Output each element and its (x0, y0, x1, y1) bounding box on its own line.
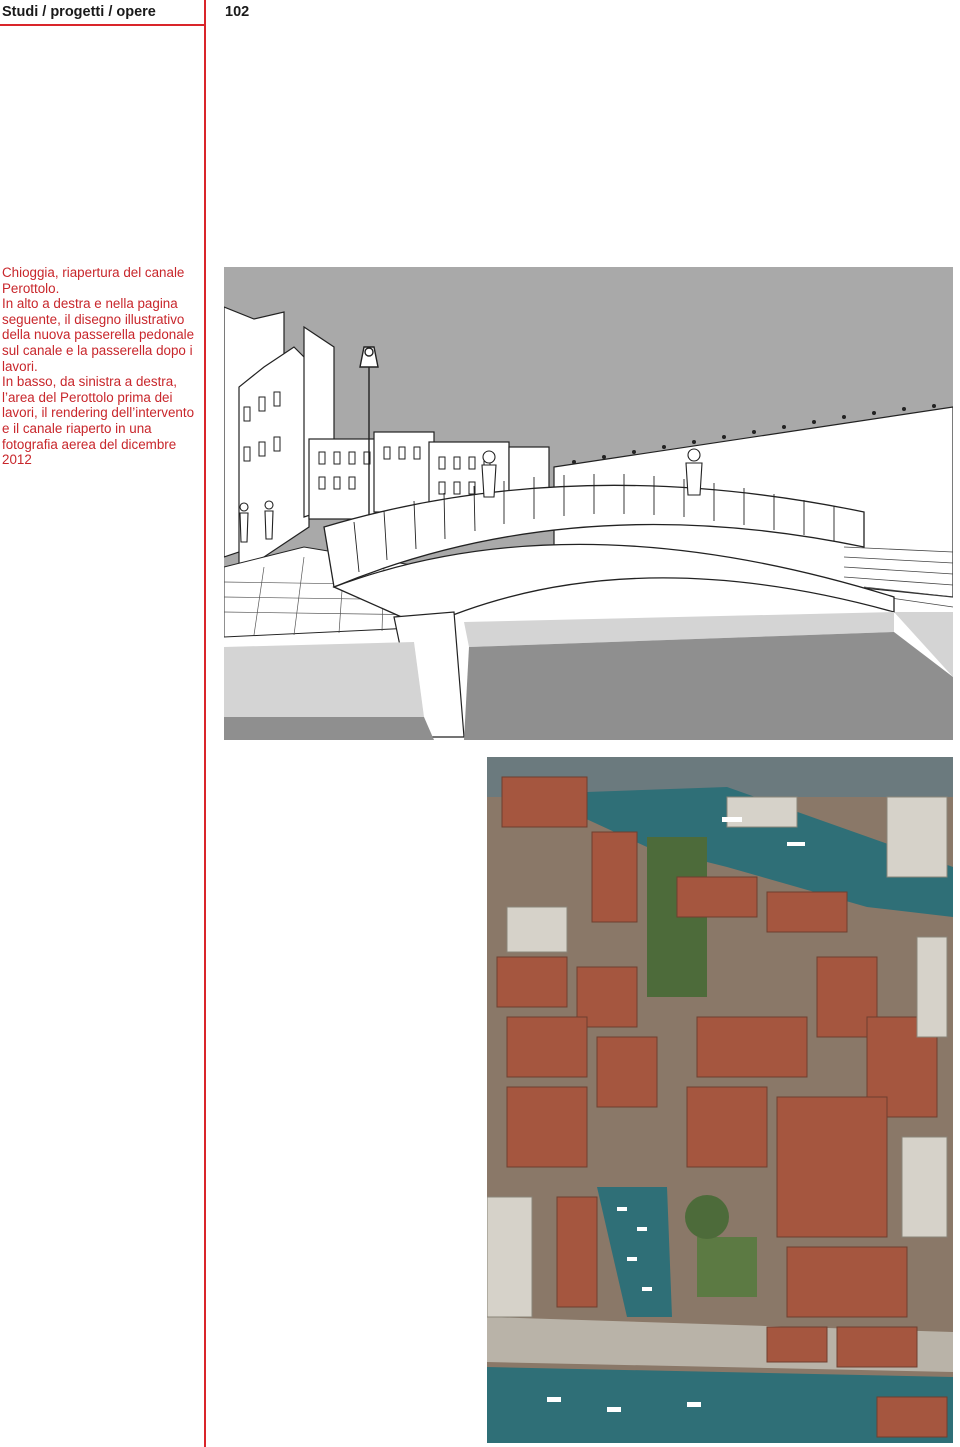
bridge-sketch-image (224, 267, 953, 740)
section-title: Studi / progetti / opere (2, 4, 156, 20)
caption-top-text: In alto a destra e nella pagina seguente… (2, 296, 195, 374)
page-number: 102 (225, 4, 250, 20)
figure-caption: Chioggia, riapertura del canale Perottol… (2, 265, 200, 468)
caption-bottom-text: In basso, da sinistra a destra, l’area d… (2, 374, 195, 468)
column-divider (204, 0, 206, 1447)
aerial-photo-image (487, 757, 953, 1443)
header-divider (0, 24, 205, 26)
caption-title: Chioggia, riapertura del canale Perottol… (2, 265, 185, 296)
